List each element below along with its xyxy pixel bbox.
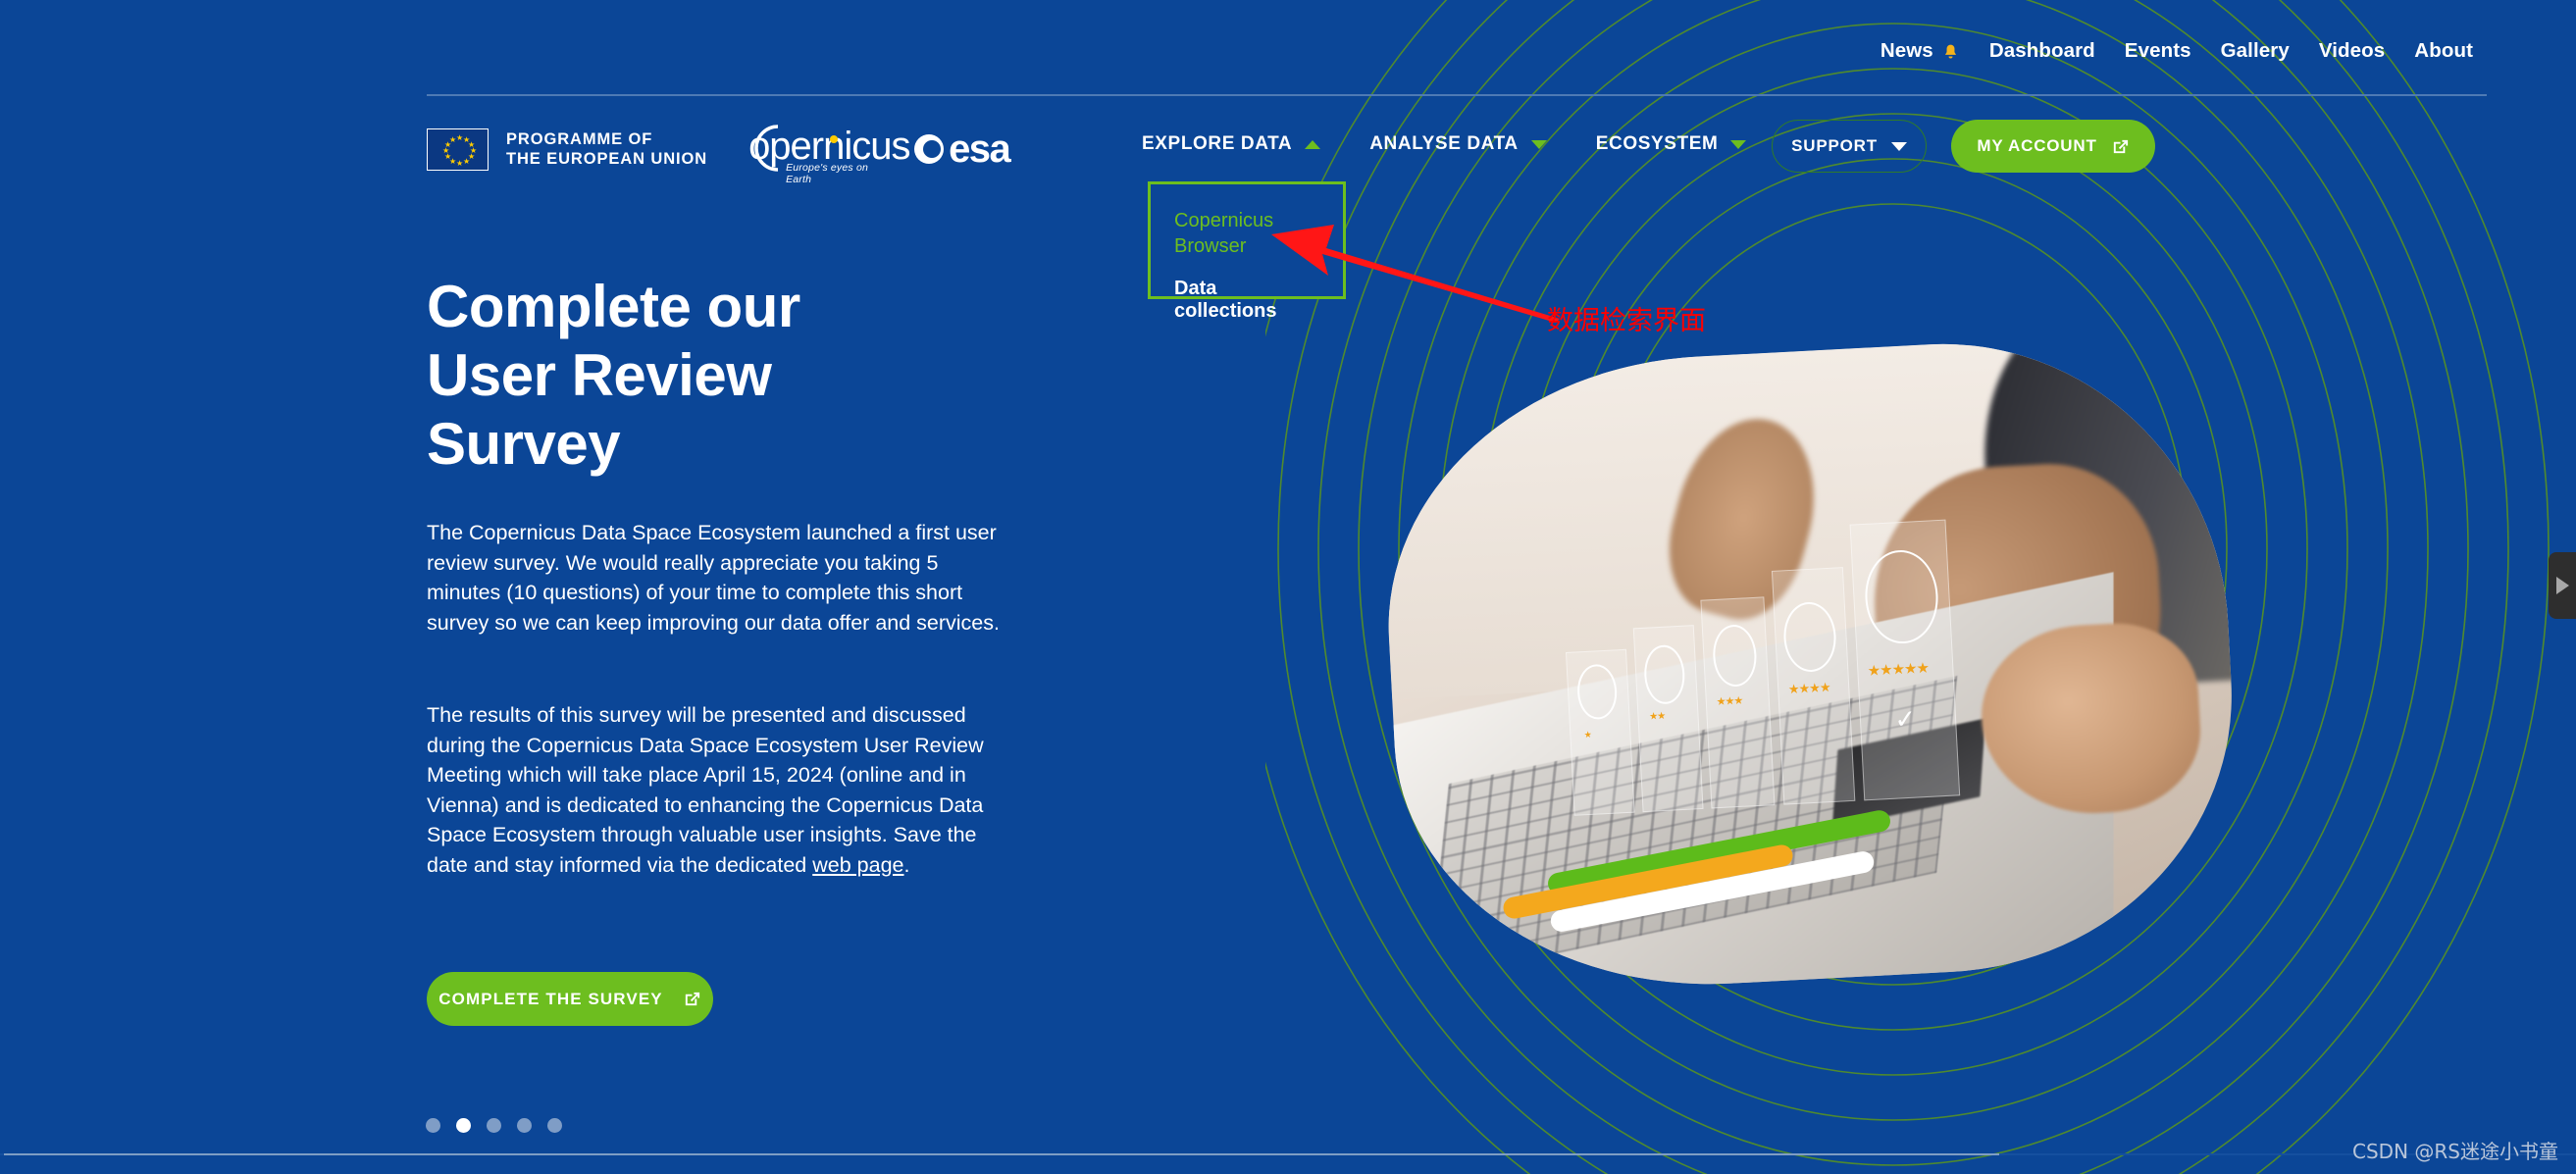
esa-logo: esa [914,127,1011,172]
rating-card-3: ★★★ [1700,596,1776,809]
nav-label: ECOSYSTEM [1595,133,1719,154]
carousel-dot-1[interactable] [426,1118,440,1133]
bottom-scrollbar-thumb[interactable] [4,1153,1999,1155]
external-link-icon [2111,137,2130,156]
rating-faces-overlay: ★ ★★ ★★★ ★★★★ ★★★★★ ✓ [1553,519,1969,816]
header-divider [427,94,2487,96]
carousel-dot-4[interactable] [517,1118,532,1133]
hero-paragraph-1: The Copernicus Data Space Ecosystem laun… [427,521,1000,635]
eu-flag-icon: ★ ★ ★ ★ ★ ★ ★ ★ ★ ★ ★ ★ [427,128,489,171]
carousel-dot-3[interactable] [487,1118,501,1133]
topnav-item-gallery[interactable]: Gallery [2206,39,2304,63]
topnav-item-events[interactable]: Events [2110,39,2206,63]
topnav-item-about[interactable]: About [2399,39,2488,63]
annotation-text: 数据检索界面 [1547,306,1706,336]
topnav-item-videos[interactable]: Videos [2304,39,2399,63]
page-root: News Dashboard Events Gallery Videos Abo… [0,0,2576,1174]
complete-the-survey-button[interactable]: COMPLETE THE SURVEY [427,972,713,1026]
hero-paragraph-2: The results of this survey will be prese… [427,700,1015,880]
nav-label: ANALYSE DATA [1369,133,1519,154]
external-link-icon [683,990,701,1008]
my-account-button[interactable]: MY ACCOUNT [1951,120,2155,173]
topnav-label: News [1880,39,1933,62]
topnav-label: Videos [2318,39,2386,62]
survey-button-label: COMPLETE THE SURVEY [438,989,663,1008]
rating-card-4: ★★★★ [1771,566,1856,805]
utility-navigation: News Dashboard Events Gallery Videos Abo… [1866,39,2488,63]
copernicus-dot-icon [830,135,839,143]
chevron-down-icon [1730,139,1747,149]
esa-wordmark: esa [949,127,1011,171]
rating-card-1: ★ [1566,648,1635,816]
play-triangle-icon [2555,577,2569,594]
web-page-link[interactable]: web page [812,853,903,877]
copernicus-tagline: Europe's eyes on Earth [786,162,869,185]
topnav-label: Events [2124,39,2191,62]
bell-icon [1941,42,1960,63]
carousel-next-tab[interactable] [2549,552,2576,619]
nav-label: EXPLORE DATA [1142,133,1293,154]
watermark: CSDN @RS迷途小书童 [2352,1140,2558,1163]
topnav-label: About [2414,39,2473,62]
nav-ecosystem[interactable]: ECOSYSTEM [1596,133,1747,155]
rating-card-2: ★★ [1632,624,1704,812]
logo-cluster: ★ ★ ★ ★ ★ ★ ★ ★ ★ ★ ★ ★ PROGRAMME OF THE… [427,124,1011,185]
hero-paragraph-2-text: The results of this survey will be prese… [427,703,984,877]
chevron-up-icon [1305,139,1321,149]
topnav-label: Gallery [2220,39,2290,62]
carousel-dot-5[interactable] [547,1118,562,1133]
nav-explore-data[interactable]: EXPLORE DATA [1142,133,1321,155]
topnav-label: Dashboard [1988,39,2095,62]
eu-programme-text: PROGRAMME OF THE EUROPEAN UNION [506,130,708,168]
hero-paragraph-2-tail: . [903,852,910,877]
esa-mark-icon [914,134,945,164]
carousel-dot-2[interactable] [456,1118,471,1133]
rating-card-5: ★★★★★ ✓ [1849,519,1961,801]
copernicus-logo: opernicus Europe's eyes on Earth [748,124,910,185]
nav-analyse-data[interactable]: ANALYSE DATA [1369,133,1547,155]
support-label: SUPPORT [1791,136,1878,155]
my-account-label: MY ACCOUNT [1977,136,2097,155]
chevron-down-icon [1530,139,1547,149]
topnav-item-dashboard[interactable]: Dashboard [1975,39,2110,63]
dropdown-item-data-collections[interactable]: Data collections [1174,278,1319,323]
dropdown-item-copernicus-browser[interactable]: Copernicus Browser [1174,208,1319,259]
page-title: Complete our User Review Survey [427,274,800,477]
carousel-dots [426,1118,562,1133]
topnav-item-news[interactable]: News [1866,39,1975,63]
explore-data-dropdown: Copernicus Browser Data collections [1148,181,1346,322]
support-button[interactable]: SUPPORT [1772,120,1927,173]
main-navigation: EXPLORE DATA ANALYSE DATA ECOSYSTEM [1142,133,1795,155]
chevron-down-icon [1890,141,1907,151]
